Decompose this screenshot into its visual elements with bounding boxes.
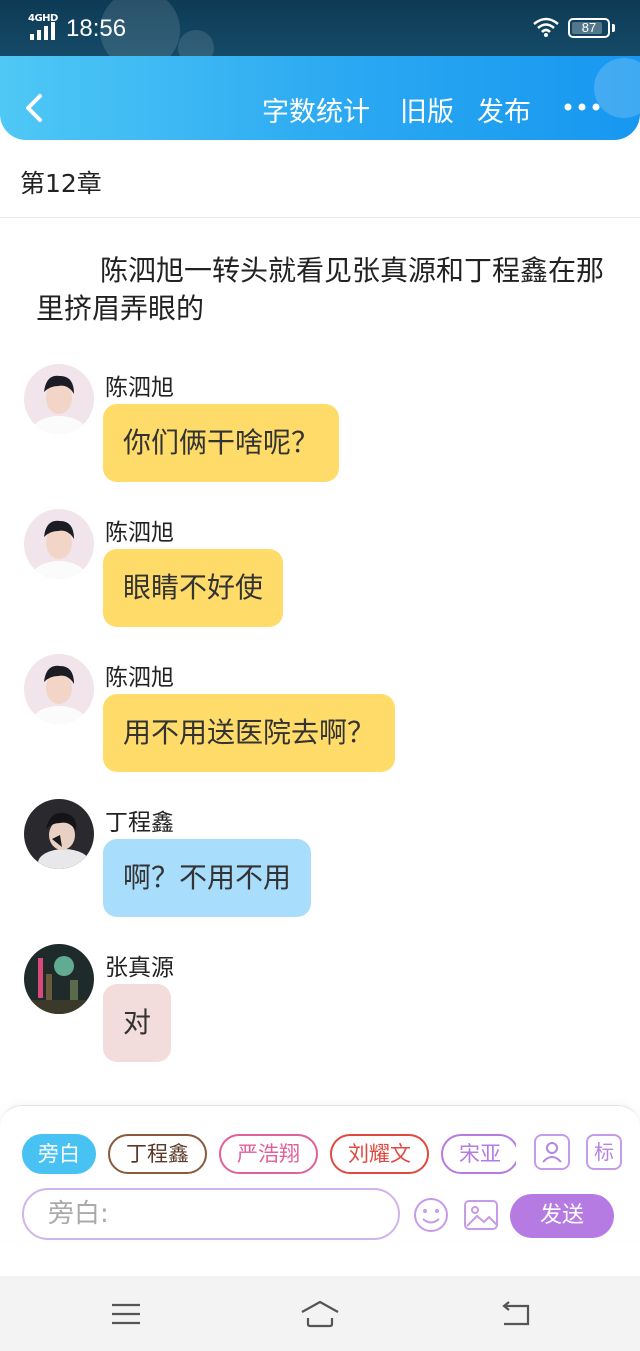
chapter-title[interactable]: 第12章 [20,164,102,200]
message-bubble[interactable]: 对 [103,984,172,1062]
character-chip[interactable]: 宋亚 [441,1134,516,1174]
back-chevron-icon[interactable] [20,88,50,128]
send-button[interactable]: 发送 [510,1194,614,1238]
sender-name: 丁程鑫 [105,810,174,836]
status-bar: 4GHD 18:56 87 [0,0,640,70]
sender-name: 陈泗旭 [105,375,174,401]
avatar-chen-sixu[interactable] [24,364,94,434]
person-icon [542,1142,562,1163]
character-selector: 旁白 丁程鑫 严浩翔 刘耀文 宋亚 [22,1134,516,1174]
avatar-image [24,654,94,724]
battery-tip [612,24,615,32]
image-icon[interactable] [462,1196,500,1234]
old-version-button[interactable]: 旧版 [400,90,454,129]
character-chip[interactable]: 丁程鑫 [108,1134,207,1174]
avatar-ding-chengxin[interactable] [24,799,94,869]
publish-button[interactable]: 发布 [477,90,531,129]
narration-text: 陈泗旭一转头就看见张真源和丁程鑫在那里挤眉弄眼的 [36,254,605,325]
status-time: 18:56 [66,15,127,42]
message-input[interactable] [22,1188,400,1240]
avatar-image [24,509,94,579]
message-bubble[interactable]: 眼睛不好使 [103,549,284,627]
sender-name: 陈泗旭 [105,520,174,546]
avatar-chen-sixu[interactable] [24,654,94,724]
tag-button[interactable]: 标 [586,1134,622,1170]
avatar-image [24,944,94,1014]
avatar-image [24,364,94,434]
avatar-image [24,799,94,869]
menu-icon[interactable] [106,1298,146,1330]
character-manage-button[interactable] [534,1134,570,1170]
message-bubble[interactable]: 用不用送医院去啊？ [103,694,396,772]
battery-percent: 87 [581,20,597,35]
avatar-chen-sixu[interactable] [24,509,94,579]
word-count-button[interactable]: 字数统计 [262,90,370,129]
chapter-header: 第12章 [0,140,640,218]
more-dots-icon[interactable] [562,92,602,122]
message-bubble[interactable]: 你们俩干啥呢？ [103,404,340,482]
sender-name: 张真源 [105,955,174,981]
message-bubble[interactable]: 啊？不用不用 [103,839,312,917]
app-bar: 字数统计 旧版 发布 [0,56,640,140]
input-panel: 旁白丁程鑫严浩翔刘耀文宋亚 标 发送 [0,1105,640,1241]
back-icon[interactable] [496,1298,536,1330]
wifi-icon [533,17,559,37]
character-chip[interactable]: 刘耀文 [330,1134,429,1174]
signal-icon [30,22,55,40]
system-nav-bar [0,1276,640,1351]
character-chip-narrator[interactable]: 旁白 [22,1134,96,1174]
avatar-zhang-zhenyuan[interactable] [24,944,94,1014]
sender-name: 陈泗旭 [105,665,174,691]
character-chip[interactable]: 严浩翔 [219,1134,318,1174]
battery-icon: 87 [568,18,610,38]
home-icon[interactable] [298,1298,342,1330]
emoji-icon[interactable] [412,1196,450,1234]
